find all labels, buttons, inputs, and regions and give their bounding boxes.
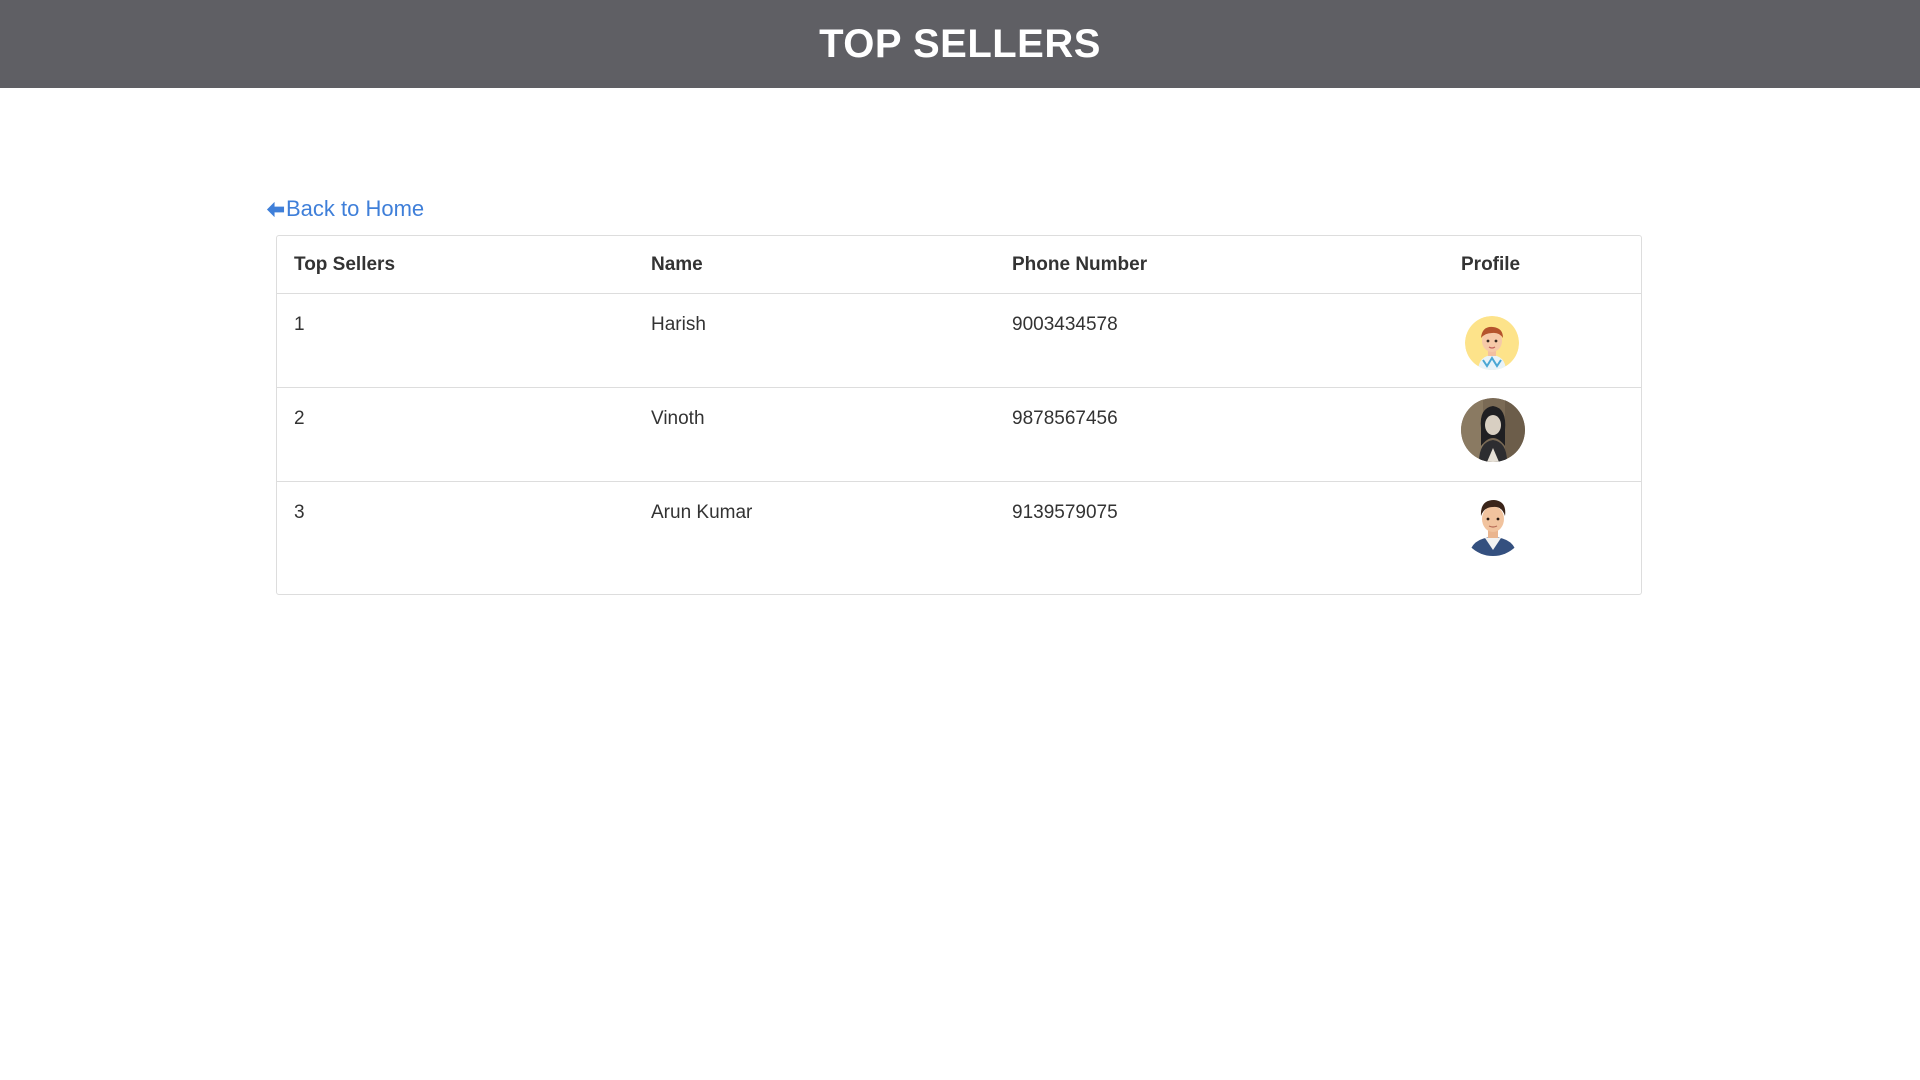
cartoon-man-avatar bbox=[1461, 492, 1525, 556]
column-header-name: Name bbox=[634, 236, 995, 294]
column-header-phone-number: Phone Number bbox=[995, 236, 1444, 294]
table-row: 2 Vinoth 9878567456 bbox=[277, 387, 1641, 482]
name-cell: Arun Kumar bbox=[651, 502, 753, 523]
column-header-top-sellers: Top Sellers bbox=[277, 236, 634, 294]
page-title: TOP SELLERS bbox=[819, 21, 1101, 66]
rank-cell: 3 bbox=[294, 502, 305, 523]
back-to-home-link[interactable]: Back to Home bbox=[266, 196, 424, 222]
top-sellers-table: Top Sellers Name Phone Number Profile 1 … bbox=[277, 236, 1641, 587]
table-header-row: Top Sellers Name Phone Number Profile bbox=[277, 236, 1641, 294]
phone-cell: 9139579075 bbox=[1012, 502, 1118, 523]
photo-avatar bbox=[1461, 398, 1525, 462]
phone-cell: 9878567456 bbox=[995, 387, 1444, 482]
profile-cell bbox=[1444, 387, 1641, 482]
arrow-left-icon bbox=[266, 201, 285, 217]
rank-cell: 2 bbox=[277, 387, 634, 482]
top-sellers-table-container: Top Sellers Name Phone Number Profile 1 … bbox=[276, 235, 1642, 595]
column-header-profile: Profile bbox=[1444, 236, 1641, 294]
name-cell: Vinoth bbox=[634, 387, 995, 482]
rank-cell: 1 bbox=[277, 293, 634, 388]
phone-cell: 9003434578 bbox=[995, 293, 1444, 388]
profile-cell bbox=[1444, 482, 1641, 587]
table-row: 3 Arun Kumar 9139579075 bbox=[277, 482, 1641, 587]
page-header: TOP SELLERS bbox=[0, 0, 1920, 88]
name-cell: Harish bbox=[634, 293, 995, 388]
cartoon-boy-avatar bbox=[1465, 316, 1519, 370]
back-link-label: Back to Home bbox=[286, 196, 425, 221]
table-row: 1 Harish 9003434578 bbox=[277, 293, 1641, 388]
profile-cell bbox=[1444, 293, 1641, 388]
